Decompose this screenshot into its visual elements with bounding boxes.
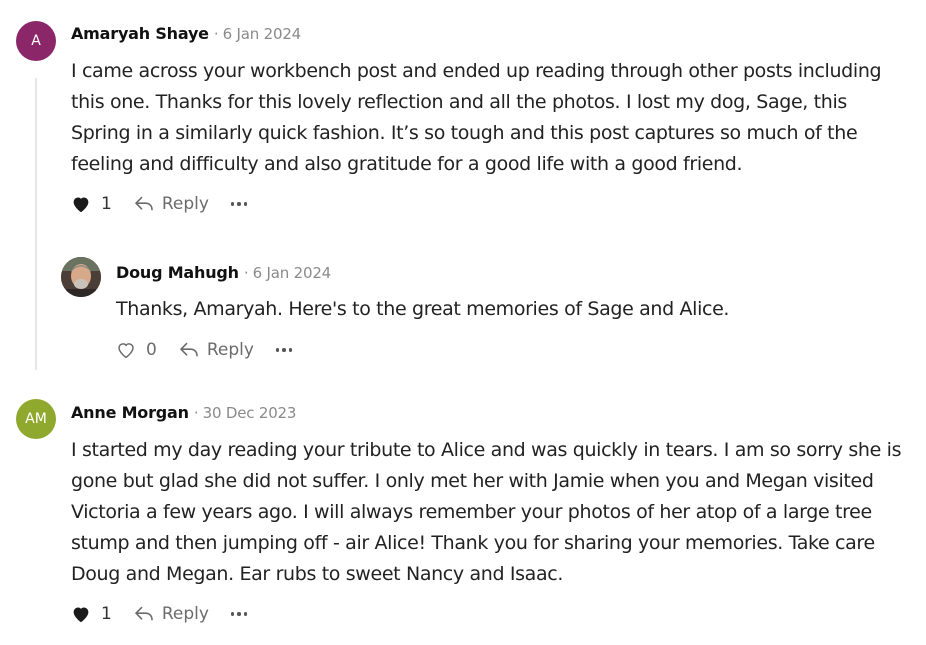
reply-label: Reply bbox=[206, 340, 254, 360]
like-button[interactable]: 0 bbox=[116, 340, 157, 360]
meta-separator: · bbox=[243, 264, 249, 282]
comment-body-line: Thanks, Amaryah. Here's to the great mem… bbox=[116, 298, 730, 320]
like-button[interactable]: 1 bbox=[71, 604, 112, 624]
comment-actions: 0 Reply bbox=[116, 338, 293, 362]
comment-author[interactable]: Amaryah Shaye bbox=[71, 24, 209, 43]
comment-body-line: Doug and Megan. Ear rubs to sweet Nancy … bbox=[71, 563, 564, 585]
comment-author[interactable]: Doug Mahugh bbox=[116, 263, 239, 282]
like-count: 0 bbox=[146, 340, 157, 360]
comment-body-line: stump and then jumping off - air Alice! … bbox=[71, 532, 875, 554]
like-button[interactable]: 1 bbox=[71, 194, 112, 214]
avatar[interactable]: AM bbox=[16, 399, 56, 439]
reply-button[interactable]: Reply bbox=[134, 194, 209, 214]
comment-body-line: feeling and difficulty and also gratitud… bbox=[71, 153, 743, 175]
more-options-button[interactable] bbox=[230, 194, 248, 214]
comment-body-line: Spring in a similarly quick fashion. It’… bbox=[71, 122, 858, 144]
meta-separator: · bbox=[193, 404, 199, 422]
comment-date[interactable]: 6 Jan 2024 bbox=[253, 264, 332, 282]
comment-body: I came across your workbench post and en… bbox=[71, 56, 882, 180]
reply-label: Reply bbox=[161, 604, 209, 624]
comment-body-line: I started my day reading your tribute to… bbox=[71, 439, 902, 461]
like-count: 1 bbox=[101, 194, 112, 214]
comment-author[interactable]: Anne Morgan bbox=[71, 403, 189, 422]
comment-body-line: gone but glad she did not suffer. I only… bbox=[71, 470, 874, 492]
reply-arrow-icon bbox=[135, 196, 153, 211]
comment-actions: 1 Reply bbox=[71, 602, 248, 626]
avatar-initials: AM bbox=[25, 411, 47, 427]
heart-icon bbox=[73, 607, 89, 623]
avatar[interactable] bbox=[61, 257, 101, 297]
thread-line bbox=[35, 78, 37, 370]
like-count: 1 bbox=[101, 604, 112, 624]
reply-arrow-icon bbox=[180, 342, 198, 357]
avatar[interactable]: A bbox=[16, 21, 56, 61]
meta-separator: · bbox=[213, 25, 219, 43]
avatar-initials: A bbox=[31, 33, 41, 49]
more-options-button[interactable] bbox=[230, 604, 248, 624]
comment-body: Thanks, Amaryah. Here's to the great mem… bbox=[116, 294, 729, 325]
comment-date[interactable]: 6 Jan 2024 bbox=[223, 25, 302, 43]
comment-body: I started my day reading your tribute to… bbox=[71, 435, 901, 590]
avatar-photo bbox=[61, 257, 101, 297]
comment-actions: 1 Reply bbox=[71, 192, 248, 216]
more-options-button[interactable] bbox=[275, 340, 293, 360]
reply-button[interactable]: Reply bbox=[179, 340, 254, 360]
heart-outline-icon bbox=[118, 343, 134, 359]
reply-button[interactable]: Reply bbox=[134, 604, 209, 624]
comment-body-line: I came across your workbench post and en… bbox=[71, 60, 882, 82]
reply-arrow-icon bbox=[135, 606, 153, 621]
comment-body-line: this one. Thanks for this lovely reflect… bbox=[71, 91, 847, 113]
comment-date[interactable]: 30 Dec 2023 bbox=[203, 404, 297, 422]
reply-label: Reply bbox=[161, 194, 209, 214]
heart-icon bbox=[73, 197, 89, 213]
comment-body-line: Victoria a few years ago. I will always … bbox=[71, 501, 872, 523]
